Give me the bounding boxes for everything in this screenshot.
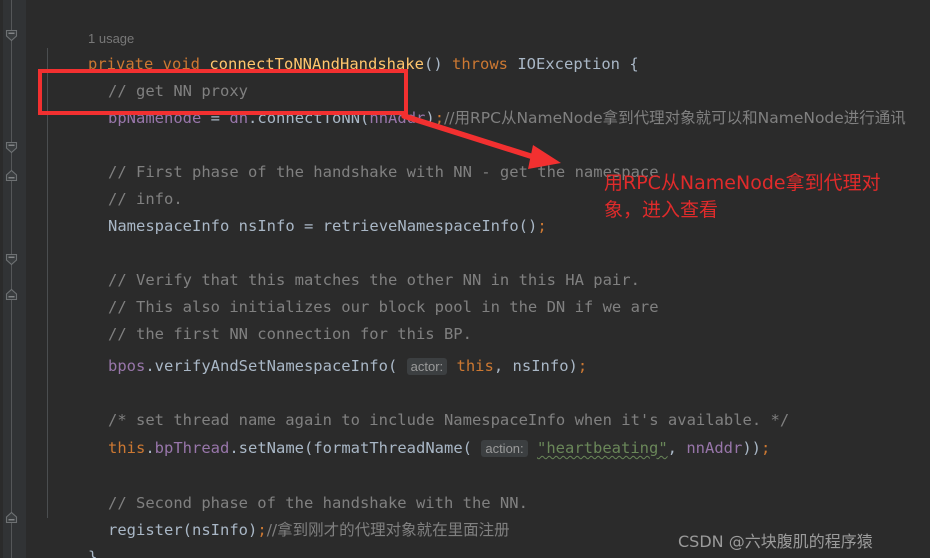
code-line-signature: private void connectToNNAndHandshake() t… <box>32 24 639 73</box>
code-line-comment-first-nn: // the first NN connection for this BP. <box>52 294 472 343</box>
method-call-verifyandsetnamespaceinfo[interactable]: verifyAndSetNamespaceInfo <box>155 357 388 375</box>
gutter-left-edge <box>0 0 3 558</box>
open-paren: ( <box>182 521 192 540</box>
fold-start-icon[interactable] <box>4 28 19 43</box>
fold-rail-line <box>11 0 12 558</box>
exception-type[interactable]: IOException <box>517 55 620 73</box>
dot-operator: . <box>145 357 155 376</box>
argument-nnaddr[interactable]: nnAddr <box>369 109 425 127</box>
open-paren: ( <box>360 109 370 128</box>
argument-nnaddr[interactable]: nnAddr <box>686 439 742 457</box>
fold-end-icon[interactable] <box>4 287 19 302</box>
parameter-hint-actor[interactable]: actor: <box>406 358 448 376</box>
code-line-verify-and-set-namespace-info: bpos.verifyAndSetNamespaceInfo( actor: t… <box>52 326 587 376</box>
method-call-setname[interactable]: setName <box>239 439 304 457</box>
argument-nsinfo[interactable]: nsInfo <box>192 521 248 539</box>
signature-parens: () <box>423 55 443 74</box>
call-parens: () <box>518 217 538 236</box>
semicolon: ; <box>577 357 588 376</box>
open-paren: ( <box>304 439 314 458</box>
red-annotation-note: 用RPC从NameNode拿到代理对 象，进入查看 <box>604 172 881 221</box>
dot-operator: . <box>145 439 155 458</box>
close-paren: ) <box>248 521 258 540</box>
fold-end-icon[interactable] <box>4 510 19 525</box>
code-line-connect-to-nn: bpNamenode = dn.connectToNN(nnAddr);//用R… <box>52 78 906 127</box>
keyword-this: this <box>456 357 494 376</box>
open-paren: ( <box>462 439 472 458</box>
string-literal-heartbeating[interactable]: "heartbeating" <box>537 439 668 457</box>
parameter-hint-action[interactable]: action: <box>481 440 528 458</box>
code-content[interactable]: 1 usage private void connectToNNAndHands… <box>26 0 930 558</box>
brace-close: } <box>88 548 98 558</box>
field-bpthread[interactable]: bpThread <box>155 439 230 457</box>
code-line-comment-first-phase: // First phase of the handshake with NN … <box>52 132 659 181</box>
close-parens: )) <box>742 439 762 458</box>
comment-text: // First phase of the handshake with NN … <box>108 163 659 182</box>
receiver-bpos[interactable]: bpos <box>108 357 145 375</box>
code-editor-screenshot: 1 usage private void connectToNNAndHands… <box>0 0 930 558</box>
code-line-comment-info: // info. <box>52 159 183 208</box>
usage-hint-row[interactable]: 1 usage <box>32 0 134 46</box>
method-call-formatthreadname[interactable]: formatThreadName <box>313 439 462 457</box>
code-line-comment-get-nn-proxy: // get NN proxy <box>52 51 248 100</box>
code-line-retrieve-namespace-info: NamespaceInfo nsInfo = retrieveNamespace… <box>52 186 547 235</box>
semicolon: ; <box>434 109 445 128</box>
type-namespaceinfo[interactable]: NamespaceInfo <box>108 217 229 235</box>
dot-operator: . <box>248 109 258 128</box>
code-line-closing-brace: } <box>32 517 97 558</box>
semicolon: ; <box>761 439 771 458</box>
comma: , <box>667 439 677 458</box>
assign-operator: = <box>210 109 221 128</box>
fold-end-icon[interactable] <box>4 168 19 183</box>
code-line-register: register(nsInfo);//拿到刚才的代理对象就在里面注册 <box>52 490 510 539</box>
variable-nsinfo[interactable]: nsInfo <box>239 217 295 235</box>
close-paren: ) <box>568 357 578 376</box>
receiver-dn[interactable]: dn <box>229 109 248 127</box>
code-line-comment-second-phase: // Second phase of the handshake with th… <box>52 463 528 512</box>
trailing-comment-cn: //用RPC从NameNode拿到代理对象就可以和NameNode进行通讯 <box>444 109 906 128</box>
method-call-connecttonn[interactable]: connectToNN <box>257 109 360 127</box>
csdn-watermark: CSDN @六块腹肌的程序猿 <box>678 532 873 551</box>
code-line-comment-verify: // Verify that this matches the other NN… <box>52 240 640 289</box>
method-call-retrievenamespaceinfo[interactable]: retrieveNamespaceInfo <box>323 217 519 235</box>
assign-operator: = <box>304 217 314 236</box>
comma: , <box>493 357 504 376</box>
argument-nsinfo[interactable]: nsInfo <box>513 357 569 375</box>
fold-start-icon[interactable] <box>4 252 19 267</box>
code-line-comment-initializes: // This also initializes our block pool … <box>52 267 659 316</box>
semicolon: ; <box>257 521 267 540</box>
keyword-this: this <box>108 439 146 458</box>
trailing-comment-cn: //拿到刚才的代理对象就在里面注册 <box>266 521 510 540</box>
method-call-register[interactable]: register <box>108 521 183 539</box>
editor-gutter[interactable] <box>0 0 26 558</box>
brace-open: { <box>629 55 639 74</box>
dot-operator: . <box>229 439 239 458</box>
code-line-block-comment-thread-name: /* set thread name again to include Name… <box>52 380 789 429</box>
keyword-throws: throws <box>452 55 508 74</box>
semicolon: ; <box>537 217 547 236</box>
close-paren: ) <box>425 109 435 128</box>
code-line-set-thread-name: this.bpThread.setName(formatThreadName( … <box>52 408 770 458</box>
field-bpnamenode[interactable]: bpNamenode <box>108 109 201 127</box>
open-paren: ( <box>387 357 398 376</box>
fold-start-icon[interactable] <box>4 140 19 155</box>
